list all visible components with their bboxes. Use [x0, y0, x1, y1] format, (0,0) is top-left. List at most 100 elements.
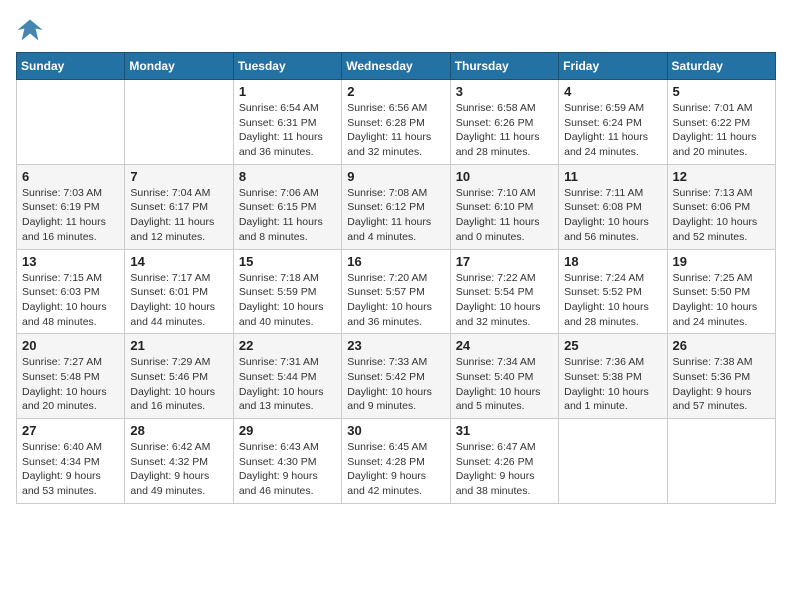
day-info: Sunrise: 6:47 AM Sunset: 4:26 PM Dayligh…	[456, 440, 553, 499]
calendar-cell: 14Sunrise: 7:17 AM Sunset: 6:01 PM Dayli…	[125, 249, 233, 334]
calendar-cell: 9 Sunrise: 7:08 AM Sunset: 6:12 PM Daylig…	[342, 164, 450, 249]
calendar-week-5: 27 Sunrise: 6:40 AM Sunset: 4:34 PM Dayli…	[17, 419, 776, 504]
calendar-cell	[667, 419, 775, 504]
day-number: 8	[239, 169, 336, 184]
calendar-cell: 13Sunrise: 7:15 AM Sunset: 6:03 PM Dayli…	[17, 249, 125, 334]
day-info: Sunrise: 7:18 AM Sunset: 5:59 PM Dayligh…	[239, 271, 336, 330]
calendar-cell: 10 Sunrise: 7:10 AM Sunset: 6:10 PM Dayli…	[450, 164, 558, 249]
day-header-wednesday: Wednesday	[342, 53, 450, 80]
calendar-cell: 31 Sunrise: 6:47 AM Sunset: 4:26 PM Dayli…	[450, 419, 558, 504]
day-number: 6	[22, 169, 119, 184]
day-number: 22	[239, 338, 336, 353]
calendar-cell: 18Sunrise: 7:24 AM Sunset: 5:52 PM Dayli…	[559, 249, 667, 334]
calendar-cell: 2 Sunrise: 6:56 AM Sunset: 6:28 PM Daylig…	[342, 80, 450, 165]
day-number: 31	[456, 423, 553, 438]
day-number: 4	[564, 84, 661, 99]
calendar-cell: 21Sunrise: 7:29 AM Sunset: 5:46 PM Dayli…	[125, 334, 233, 419]
calendar-cell: 24 Sunrise: 7:34 AM Sunset: 5:40 PM Dayli…	[450, 334, 558, 419]
day-info: Sunrise: 7:20 AM Sunset: 5:57 PM Dayligh…	[347, 271, 444, 330]
day-info: Sunrise: 7:01 AM Sunset: 6:22 PM Dayligh…	[673, 101, 770, 160]
day-info: Sunrise: 6:45 AM Sunset: 4:28 PM Dayligh…	[347, 440, 444, 499]
calendar-cell: 30 Sunrise: 6:45 AM Sunset: 4:28 PM Dayli…	[342, 419, 450, 504]
day-number: 7	[130, 169, 227, 184]
day-info: Sunrise: 7:06 AM Sunset: 6:15 PM Dayligh…	[239, 186, 336, 245]
day-info: Sunrise: 6:54 AM Sunset: 6:31 PM Dayligh…	[239, 101, 336, 160]
day-number: 19	[673, 254, 770, 269]
day-header-saturday: Saturday	[667, 53, 775, 80]
day-number: 5	[673, 84, 770, 99]
calendar-week-4: 20 Sunrise: 7:27 AM Sunset: 5:48 PM Dayli…	[17, 334, 776, 419]
day-info: Sunrise: 6:40 AM Sunset: 4:34 PM Dayligh…	[22, 440, 119, 499]
page-header	[16, 16, 776, 44]
day-number: 1	[239, 84, 336, 99]
calendar-body: 1 Sunrise: 6:54 AM Sunset: 6:31 PM Daylig…	[17, 80, 776, 504]
calendar-cell: 1 Sunrise: 6:54 AM Sunset: 6:31 PM Daylig…	[233, 80, 341, 165]
day-number: 28	[130, 423, 227, 438]
day-number: 15	[239, 254, 336, 269]
day-info: Sunrise: 7:04 AM Sunset: 6:17 PM Dayligh…	[130, 186, 227, 245]
day-number: 27	[22, 423, 119, 438]
calendar-week-1: 1 Sunrise: 6:54 AM Sunset: 6:31 PM Daylig…	[17, 80, 776, 165]
day-info: Sunrise: 7:22 AM Sunset: 5:54 PM Dayligh…	[456, 271, 553, 330]
calendar-cell: 4 Sunrise: 6:59 AM Sunset: 6:24 PM Daylig…	[559, 80, 667, 165]
calendar-cell: 29 Sunrise: 6:43 AM Sunset: 4:30 PM Dayli…	[233, 419, 341, 504]
day-info: Sunrise: 7:13 AM Sunset: 6:06 PM Dayligh…	[673, 186, 770, 245]
day-header-monday: Monday	[125, 53, 233, 80]
day-info: Sunrise: 7:36 AM Sunset: 5:38 PM Dayligh…	[564, 355, 661, 414]
day-info: Sunrise: 7:27 AM Sunset: 5:48 PM Dayligh…	[22, 355, 119, 414]
day-number: 29	[239, 423, 336, 438]
calendar-cell: 3 Sunrise: 6:58 AM Sunset: 6:26 PM Daylig…	[450, 80, 558, 165]
calendar-cell: 15 Sunrise: 7:18 AM Sunset: 5:59 PM Dayli…	[233, 249, 341, 334]
calendar-cell	[559, 419, 667, 504]
day-number: 11	[564, 169, 661, 184]
day-info: Sunrise: 6:43 AM Sunset: 4:30 PM Dayligh…	[239, 440, 336, 499]
calendar-cell: 28 Sunrise: 6:42 AM Sunset: 4:32 PM Dayli…	[125, 419, 233, 504]
calendar-cell: 20 Sunrise: 7:27 AM Sunset: 5:48 PM Dayli…	[17, 334, 125, 419]
day-number: 24	[456, 338, 553, 353]
logo-icon	[16, 16, 44, 44]
calendar-header-row: SundayMondayTuesdayWednesdayThursdayFrid…	[17, 53, 776, 80]
calendar-cell: 16 Sunrise: 7:20 AM Sunset: 5:57 PM Dayli…	[342, 249, 450, 334]
day-number: 17	[456, 254, 553, 269]
calendar-cell: 26Sunrise: 7:38 AM Sunset: 5:36 PM Dayli…	[667, 334, 775, 419]
day-number: 10	[456, 169, 553, 184]
day-info: Sunrise: 6:59 AM Sunset: 6:24 PM Dayligh…	[564, 101, 661, 160]
day-number: 3	[456, 84, 553, 99]
day-info: Sunrise: 7:25 AM Sunset: 5:50 PM Dayligh…	[673, 271, 770, 330]
calendar-cell: 8 Sunrise: 7:06 AM Sunset: 6:15 PM Daylig…	[233, 164, 341, 249]
day-info: Sunrise: 7:31 AM Sunset: 5:44 PM Dayligh…	[239, 355, 336, 414]
calendar-cell: 12Sunrise: 7:13 AM Sunset: 6:06 PM Dayli…	[667, 164, 775, 249]
day-number: 30	[347, 423, 444, 438]
day-info: Sunrise: 6:42 AM Sunset: 4:32 PM Dayligh…	[130, 440, 227, 499]
day-info: Sunrise: 6:56 AM Sunset: 6:28 PM Dayligh…	[347, 101, 444, 160]
day-number: 26	[673, 338, 770, 353]
day-info: Sunrise: 7:03 AM Sunset: 6:19 PM Dayligh…	[22, 186, 119, 245]
calendar-cell: 5 Sunrise: 7:01 AM Sunset: 6:22 PM Daylig…	[667, 80, 775, 165]
calendar-cell: 23Sunrise: 7:33 AM Sunset: 5:42 PM Dayli…	[342, 334, 450, 419]
day-number: 2	[347, 84, 444, 99]
day-number: 14	[130, 254, 227, 269]
day-number: 16	[347, 254, 444, 269]
day-info: Sunrise: 7:08 AM Sunset: 6:12 PM Dayligh…	[347, 186, 444, 245]
day-info: Sunrise: 7:15 AM Sunset: 6:03 PM Dayligh…	[22, 271, 119, 330]
calendar-week-3: 13Sunrise: 7:15 AM Sunset: 6:03 PM Dayli…	[17, 249, 776, 334]
day-number: 21	[130, 338, 227, 353]
calendar-cell	[125, 80, 233, 165]
day-info: Sunrise: 7:34 AM Sunset: 5:40 PM Dayligh…	[456, 355, 553, 414]
calendar-cell: 22 Sunrise: 7:31 AM Sunset: 5:44 PM Dayli…	[233, 334, 341, 419]
calendar-cell: 7 Sunrise: 7:04 AM Sunset: 6:17 PM Daylig…	[125, 164, 233, 249]
day-info: Sunrise: 6:58 AM Sunset: 6:26 PM Dayligh…	[456, 101, 553, 160]
day-info: Sunrise: 7:11 AM Sunset: 6:08 PM Dayligh…	[564, 186, 661, 245]
day-number: 9	[347, 169, 444, 184]
calendar-week-2: 6 Sunrise: 7:03 AM Sunset: 6:19 PM Daylig…	[17, 164, 776, 249]
calendar-cell: 11 Sunrise: 7:11 AM Sunset: 6:08 PM Dayli…	[559, 164, 667, 249]
calendar-cell: 19 Sunrise: 7:25 AM Sunset: 5:50 PM Dayli…	[667, 249, 775, 334]
calendar-cell: 25 Sunrise: 7:36 AM Sunset: 5:38 PM Dayli…	[559, 334, 667, 419]
calendar-table: SundayMondayTuesdayWednesdayThursdayFrid…	[16, 52, 776, 504]
day-number: 25	[564, 338, 661, 353]
day-number: 20	[22, 338, 119, 353]
day-info: Sunrise: 7:10 AM Sunset: 6:10 PM Dayligh…	[456, 186, 553, 245]
day-number: 18	[564, 254, 661, 269]
calendar-cell: 6 Sunrise: 7:03 AM Sunset: 6:19 PM Daylig…	[17, 164, 125, 249]
day-header-tuesday: Tuesday	[233, 53, 341, 80]
